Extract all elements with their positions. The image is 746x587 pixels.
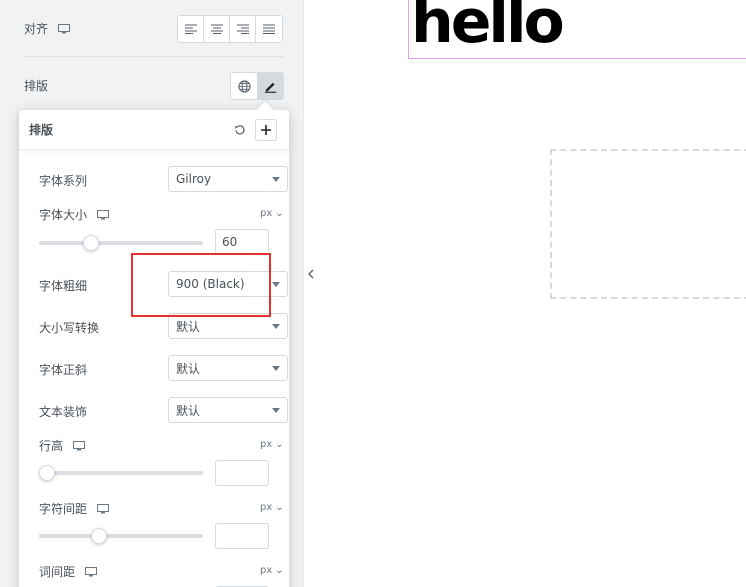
pencil-icon [264,82,277,93]
heading-text: hello [411,0,565,57]
text-decoration-field: 文本装饰 默认 [39,397,288,423]
line-height-label: 行高 [39,439,64,453]
text-decoration-select[interactable]: 默认 [168,397,288,423]
text-decoration-label: 文本装饰 [39,405,88,419]
collapse-panel-button[interactable] [304,250,318,298]
font-style-field: 字体正斜 默认 [39,355,288,381]
global-typography-button[interactable] [231,73,257,99]
font-size-label: 字体大小 [39,208,88,222]
font-weight-label: 字体粗细 [39,279,88,293]
letter-spacing-slider[interactable] [39,534,203,538]
word-spacing-label: 词间距 [39,565,76,579]
font-size-input[interactable]: 60 [215,229,269,255]
chevron-down-icon: ⌄ [275,208,284,219]
line-height-unit[interactable]: px ⌄ [260,439,284,450]
letter-spacing-label: 字符间距 [39,502,88,516]
align-left-icon [184,24,197,34]
align-justify-icon [263,24,275,34]
globe-icon [237,79,251,93]
align-justify-button[interactable] [256,16,282,42]
chevron-down-icon [272,324,280,329]
popover-header: 排版 [19,110,289,150]
popover-title: 排版 [29,123,54,137]
letter-spacing-input[interactable] [215,523,269,549]
font-size-unit[interactable]: px ⌄ [260,208,284,219]
edit-typography-button[interactable] [257,73,283,99]
font-size-slider[interactable] [39,241,203,245]
empty-drop-area[interactable] [550,149,746,299]
desktop-icon[interactable] [73,440,86,451]
typography-label: 排版 [24,79,49,93]
align-center-icon [210,24,223,34]
add-button[interactable] [255,119,277,141]
plus-icon [261,125,271,135]
chevron-left-icon [308,269,314,279]
font-style-label: 字体正斜 [39,363,88,377]
text-transform-label: 大小写转换 [39,321,100,335]
align-center-button[interactable] [204,16,230,42]
align-button-group [177,15,283,43]
typography-popover: 排版 字体系列 Gilroy 字体大小 px ⌄ 60 字体粗细 900 (Bl… [19,101,289,587]
heading-widget[interactable]: hello [408,0,746,59]
font-family-field: 字体系列 Gilroy [39,166,288,192]
chevron-down-icon: ⌄ [275,439,284,450]
desktop-icon[interactable] [58,23,71,34]
chevron-down-icon [272,366,280,371]
align-right-icon [236,24,249,34]
letter-spacing-slider-handle[interactable] [90,528,107,544]
chevron-down-icon [272,282,280,287]
chevron-down-icon: ⌄ [275,502,284,513]
chevron-down-icon: ⌄ [275,565,284,576]
word-spacing-field: 词间距 px ⌄ [39,563,284,583]
line-height-slider[interactable] [39,471,203,475]
reset-button[interactable] [229,119,251,141]
font-family-select[interactable]: Gilroy [168,166,288,192]
typography-button-group [230,72,284,100]
align-label: 对齐 [24,22,49,36]
divider [24,56,283,57]
highlight-box [131,253,271,317]
font-style-select[interactable]: 默认 [168,355,288,381]
line-height-slider-handle[interactable] [39,465,55,481]
chevron-down-icon [272,177,280,182]
word-spacing-unit[interactable]: px ⌄ [260,565,284,576]
chevron-down-icon [272,408,280,413]
desktop-icon[interactable] [97,503,110,514]
line-height-field: 行高 px ⌄ [39,437,284,457]
desktop-icon[interactable] [97,209,110,220]
desktop-icon[interactable] [85,566,98,577]
font-family-label: 字体系列 [39,174,88,188]
letter-spacing-field: 字符间距 px ⌄ [39,500,284,520]
reset-icon [235,125,245,135]
align-left-button[interactable] [178,16,204,42]
letter-spacing-unit[interactable]: px ⌄ [260,502,284,513]
align-right-button[interactable] [230,16,256,42]
line-height-input[interactable] [215,460,269,486]
